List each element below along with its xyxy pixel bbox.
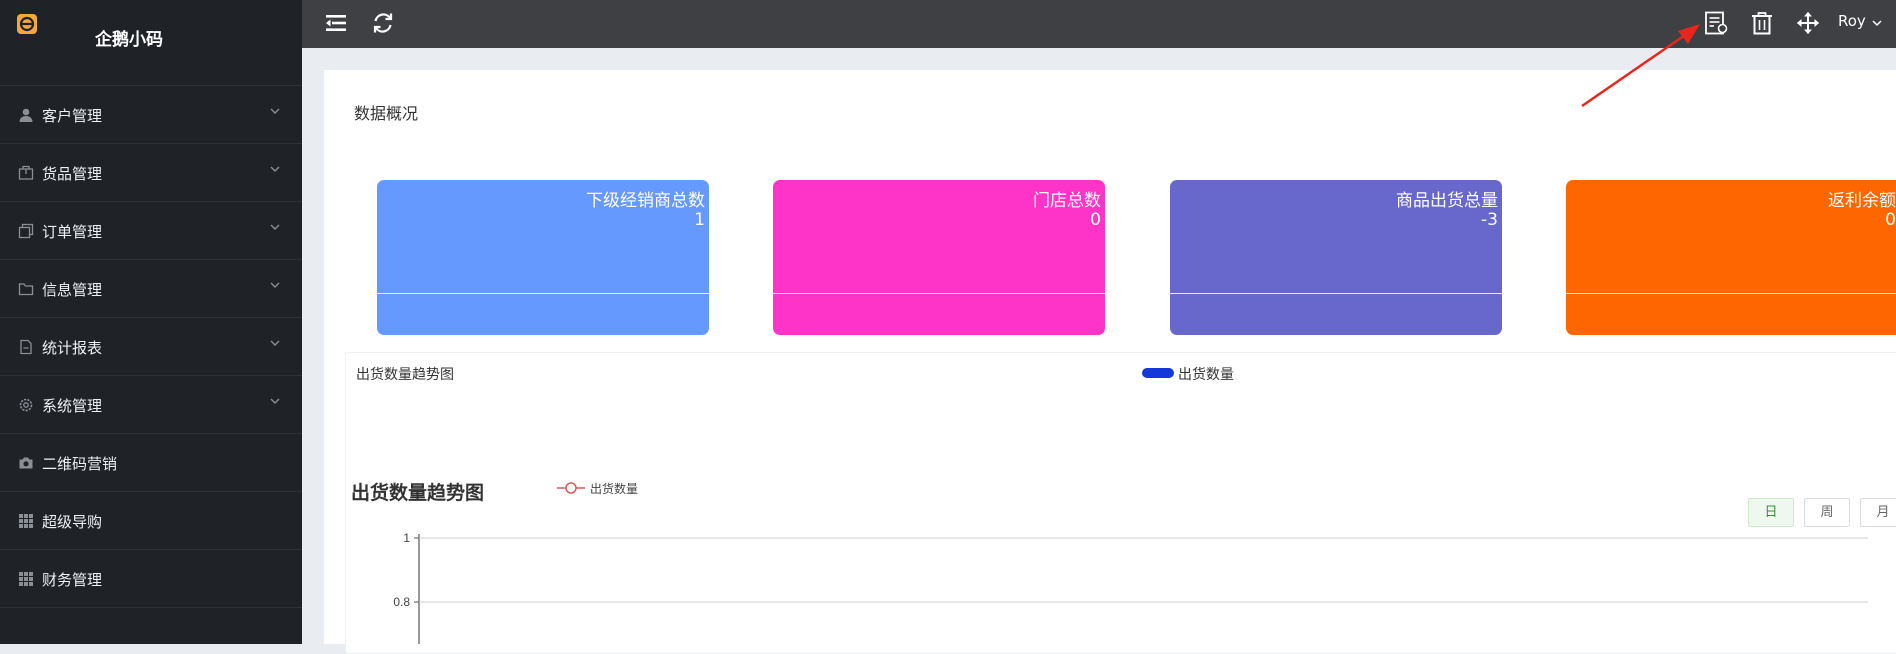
sidebar-item-label: 信息管理 bbox=[42, 281, 103, 299]
legend-label[interactable]: 出货数量 bbox=[1178, 364, 1234, 384]
package-icon bbox=[18, 165, 34, 180]
sidebar-item-reports[interactable]: 统计报表 bbox=[0, 318, 302, 376]
menu-collapse-icon[interactable] bbox=[323, 10, 349, 36]
gear-icon bbox=[19, 398, 33, 412]
chevron-down-icon bbox=[270, 398, 280, 404]
stat-card-shipments: 商品出货总量 -3 bbox=[1170, 180, 1502, 335]
e-logo-icon bbox=[17, 14, 37, 34]
sidebar-item-info[interactable]: 信息管理 bbox=[0, 260, 302, 318]
stat-card-stores: 门店总数 0 bbox=[773, 180, 1105, 335]
chevron-down-icon bbox=[270, 108, 280, 114]
logo-row: 企鹅小码 bbox=[0, 0, 302, 86]
sidebar-item-label: 财务管理 bbox=[42, 571, 103, 589]
sidebar-item-goods[interactable]: 货品管理 bbox=[0, 144, 302, 202]
stat-card-label: 商品出货总量 bbox=[1396, 191, 1498, 211]
stat-card-dealers: 下级经销商总数 1 bbox=[377, 180, 709, 335]
chart-title: 出货数量趋势图 bbox=[351, 482, 485, 504]
grid-icon bbox=[19, 572, 33, 586]
stat-card-label: 门店总数 bbox=[1033, 191, 1101, 211]
stat-card-value: 0 bbox=[1090, 210, 1101, 230]
legend-line-marker-icon[interactable] bbox=[556, 481, 586, 495]
camera-icon bbox=[19, 457, 33, 469]
user-icon bbox=[19, 108, 33, 122]
move-icon[interactable] bbox=[1795, 10, 1821, 36]
sidebar-item-finance[interactable]: 财务管理 bbox=[0, 550, 302, 608]
legend-label[interactable]: 出货数量 bbox=[590, 480, 638, 497]
sidebar-item-label: 统计报表 bbox=[42, 339, 103, 357]
stat-card-label: 返利余额 bbox=[1828, 191, 1896, 211]
copy-icon bbox=[18, 223, 34, 239]
grid-icon bbox=[19, 514, 33, 528]
chevron-down-icon bbox=[270, 224, 280, 230]
user-name[interactable]: Roy bbox=[1838, 12, 1866, 30]
sidebar-item-orders[interactable]: 订单管理 bbox=[0, 202, 302, 260]
sidebar-item-qrcode[interactable]: 二维码营销 bbox=[0, 434, 302, 492]
sidebar-item-customers[interactable]: 客户管理 bbox=[0, 86, 302, 144]
refresh-icon[interactable] bbox=[370, 10, 396, 36]
stat-card-label: 下级经销商总数 bbox=[586, 191, 705, 211]
y-tick-label: 1 bbox=[403, 531, 410, 545]
sidebar-item-label: 客户管理 bbox=[42, 107, 103, 125]
trash-icon[interactable] bbox=[1749, 10, 1775, 36]
sidebar: 企鹅小码 客户管理 货品管理 订单管理 信息管理 统计报表 系统管理 二维码营销… bbox=[0, 0, 302, 644]
chevron-down-icon bbox=[270, 166, 280, 172]
trend-line-chart: 1 0.8 bbox=[393, 531, 1868, 644]
panel-title: 出货数量趋势图 bbox=[356, 367, 454, 383]
stat-card-value: -3 bbox=[1481, 210, 1498, 230]
chevron-down-icon bbox=[270, 282, 280, 288]
stat-card-value: 0 bbox=[1885, 210, 1896, 230]
annotation-arrow-icon bbox=[1581, 24, 1700, 108]
sidebar-item-label: 系统管理 bbox=[42, 397, 103, 415]
file-icon bbox=[20, 339, 32, 355]
legend-swatch[interactable] bbox=[1142, 368, 1174, 378]
chevron-down-icon[interactable] bbox=[1870, 16, 1884, 30]
page-title: 数据概况 bbox=[354, 104, 419, 123]
chevron-down-icon bbox=[270, 340, 280, 346]
sidebar-item-label: 超级导购 bbox=[42, 513, 103, 531]
sidebar-item-label: 货品管理 bbox=[42, 165, 103, 183]
y-tick-label: 0.8 bbox=[393, 595, 410, 609]
sidebar-item-label: 二维码营销 bbox=[42, 455, 118, 473]
stat-card-value: 1 bbox=[694, 210, 705, 230]
brand-name: 企鹅小码 bbox=[95, 30, 163, 50]
sidebar-item-system[interactable]: 系统管理 bbox=[0, 376, 302, 434]
stat-card-rebate: 返利余额 0 bbox=[1566, 180, 1896, 335]
sidebar-item-label: 订单管理 bbox=[42, 223, 103, 241]
sidebar-item-guide[interactable]: 超级导购 bbox=[0, 492, 302, 550]
folder-icon bbox=[18, 283, 34, 296]
